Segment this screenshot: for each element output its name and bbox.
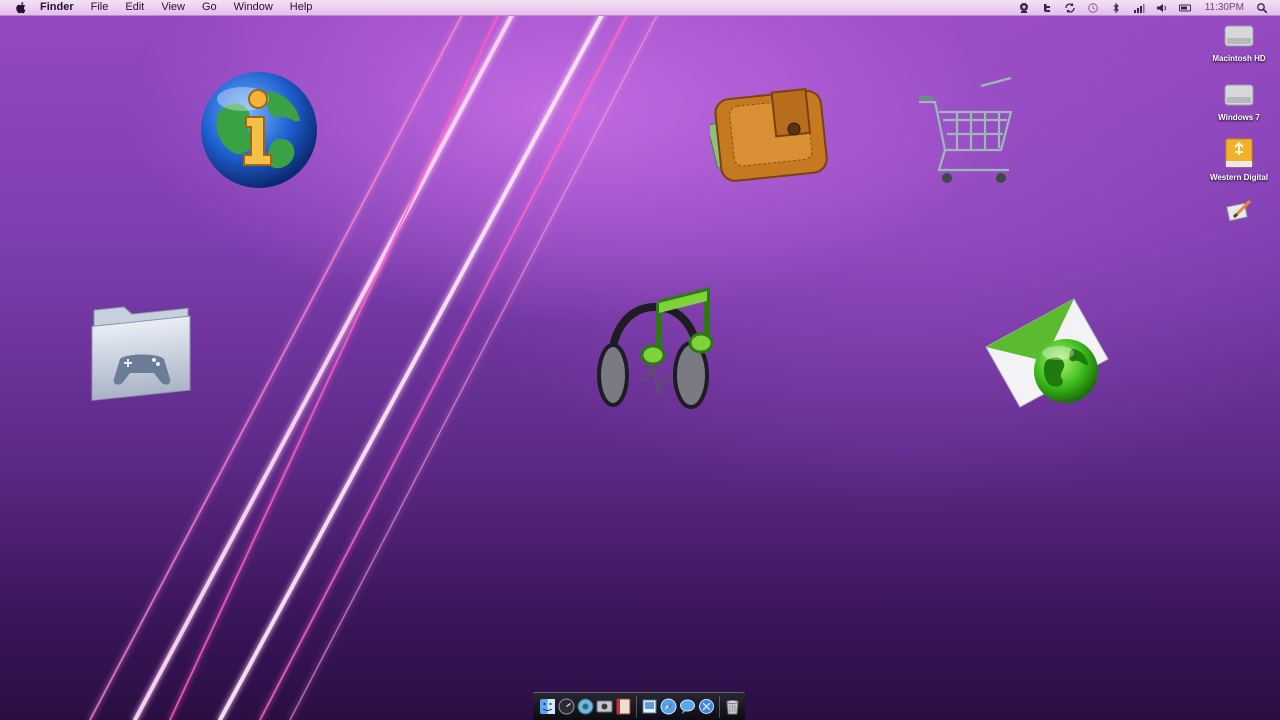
dock-separator	[719, 695, 720, 718]
dock-address-book[interactable]	[615, 698, 632, 715]
volume-label: Western Digital	[1209, 173, 1269, 182]
itunes-icon	[577, 698, 594, 715]
volume-label: Windows 7	[1218, 113, 1260, 122]
menu-app-finder[interactable]: Finder	[40, 0, 74, 15]
webcam-icon[interactable]	[1018, 2, 1030, 14]
hard-drive-icon	[1224, 84, 1254, 106]
dock	[533, 692, 745, 720]
preview-icon	[642, 699, 657, 714]
dock-system-preferences[interactable]	[698, 698, 715, 715]
menu-view[interactable]: View	[161, 0, 185, 15]
usb-drive-icon	[1225, 138, 1253, 168]
spotlight-icon[interactable]	[1256, 2, 1268, 14]
desktop-file-document[interactable]	[1199, 197, 1279, 223]
apple-icon[interactable]	[14, 1, 28, 14]
time-machine-icon[interactable]	[1087, 2, 1099, 14]
info-globe-icon[interactable]	[198, 69, 320, 191]
sync-icon[interactable]	[1064, 2, 1076, 14]
volume-western-digital[interactable]: Western Digital	[1199, 137, 1279, 182]
bluetooth-icon[interactable]	[1110, 2, 1122, 14]
twitter-icon[interactable]	[1041, 2, 1053, 14]
trash-icon	[726, 700, 739, 715]
finder-icon	[540, 699, 555, 714]
volume-macintosh-hd[interactable]: Macintosh HD	[1199, 20, 1279, 63]
messages-icon	[680, 699, 695, 714]
system-prefs-icon	[699, 699, 714, 714]
dock-preview[interactable]	[641, 698, 658, 715]
menu-file[interactable]: File	[91, 0, 109, 15]
menu-clock[interactable]: 11:30PM	[1205, 0, 1244, 15]
dock-itunes[interactable]	[577, 698, 594, 715]
screenshot-icon	[596, 700, 613, 713]
battery-icon[interactable]	[1178, 2, 1191, 14]
desktop: Finder File Edit View Go Window Help 11:…	[0, 0, 1280, 720]
wallet-icon[interactable]	[710, 85, 828, 187]
hard-drive-icon	[1224, 25, 1254, 47]
wifi-icon[interactable]	[1133, 2, 1145, 14]
menu-help[interactable]: Help	[290, 0, 313, 15]
menu-window[interactable]: Window	[234, 0, 273, 15]
menu-edit[interactable]: Edit	[125, 0, 144, 15]
document-pen-icon	[1226, 199, 1252, 222]
volume-icon[interactable]	[1156, 2, 1168, 14]
dock-finder[interactable]	[539, 698, 556, 715]
volume-windows-7[interactable]: Windows 7	[1199, 79, 1279, 122]
volume-label: Macintosh HD	[1212, 54, 1266, 63]
dashboard-icon	[558, 698, 575, 715]
menu-go[interactable]: Go	[202, 0, 217, 15]
dock-trash[interactable]	[724, 698, 741, 715]
mail-globe-icon[interactable]	[984, 295, 1112, 409]
dock-screenshot[interactable]	[596, 698, 613, 715]
dock-separator	[636, 695, 637, 718]
dock-safari[interactable]	[660, 698, 677, 715]
menu-bar: Finder File Edit View Go Window Help 11:…	[0, 0, 1280, 16]
address-book-icon	[616, 698, 631, 715]
games-folder-icon[interactable]	[86, 293, 198, 409]
safari-icon	[660, 698, 677, 715]
dock-dashboard[interactable]	[558, 698, 575, 715]
shopping-cart-icon[interactable]	[913, 72, 1017, 192]
music-headphones-icon[interactable]	[597, 287, 713, 411]
dock-messages[interactable]	[679, 698, 696, 715]
